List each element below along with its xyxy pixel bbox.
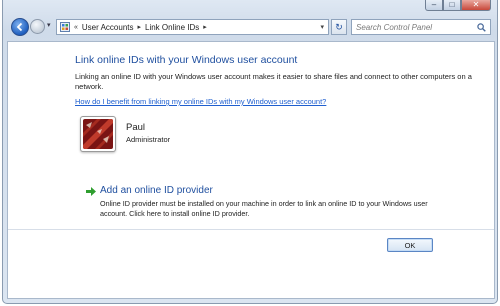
help-link[interactable]: How do I benefit from linking my online … xyxy=(75,97,326,106)
control-panel-icon xyxy=(60,22,70,32)
avatar xyxy=(80,116,116,152)
breadcrumb: « User Accounts ▸ Link Online IDs ▸ xyxy=(74,23,207,32)
breadcrumb-separator-icon[interactable]: ▸ xyxy=(137,23,141,31)
breadcrumb-user-accounts[interactable]: User Accounts xyxy=(82,23,134,32)
search-icon[interactable] xyxy=(477,23,486,32)
address-bar[interactable]: « User Accounts ▸ Link Online IDs ▸ ▾ xyxy=(56,19,329,35)
user-role: Administrator xyxy=(126,135,171,144)
page-title: Link online IDs with your Windows user a… xyxy=(75,54,298,66)
minimize-button[interactable]: – xyxy=(425,0,443,11)
ok-button[interactable]: OK xyxy=(387,238,433,252)
refresh-button[interactable]: ↻ xyxy=(331,19,347,35)
user-picture-icon xyxy=(83,119,113,149)
back-button[interactable] xyxy=(11,18,29,36)
breadcrumb-overflow-icon[interactable]: « xyxy=(74,24,78,31)
maximize-button[interactable]: □ xyxy=(443,0,461,11)
content-pane: Link online IDs with your Windows user a… xyxy=(7,41,495,299)
add-provider-description[interactable]: Online ID provider must be installed on … xyxy=(100,199,430,218)
user-name: Paul xyxy=(126,122,146,133)
address-dropdown-icon[interactable]: ▾ xyxy=(320,23,324,31)
navigation-bar: ▾ « User Accounts ▸ Link Online IDs ▸ ▾ xyxy=(7,16,495,38)
caption-buttons: – □ ✕ xyxy=(425,0,491,11)
close-button[interactable]: ✕ xyxy=(461,0,491,11)
recent-pages-dropdown-icon[interactable]: ▾ xyxy=(47,21,51,29)
page-description: Linking an online ID with your Windows u… xyxy=(75,72,472,91)
breadcrumb-separator-icon[interactable]: ▸ xyxy=(203,23,207,31)
refresh-icon: ↻ xyxy=(335,21,343,32)
divider xyxy=(8,229,494,230)
search-box[interactable] xyxy=(351,19,491,35)
breadcrumb-link-online-ids[interactable]: Link Online IDs xyxy=(145,23,199,32)
search-input[interactable] xyxy=(356,22,474,32)
back-arrow-icon xyxy=(16,22,23,32)
forward-button[interactable] xyxy=(30,19,45,34)
add-online-id-provider-link[interactable]: Add an online ID provider xyxy=(100,185,213,196)
control-panel-window: – □ ✕ ▾ « User Accounts ▸ Link Online ID… xyxy=(2,0,498,304)
green-arrow-icon[interactable] xyxy=(86,187,96,196)
